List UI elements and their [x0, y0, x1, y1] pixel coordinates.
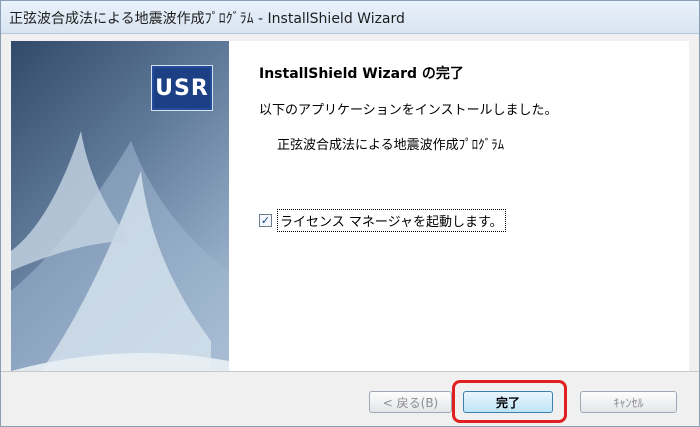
cancel-button[interactable]: ｷｬﾝｾﾙ: [580, 391, 677, 413]
back-button[interactable]: < 戻る(B): [369, 391, 452, 413]
launch-license-manager-option[interactable]: ✓ ライセンス マネージャを起動します。: [259, 209, 506, 232]
finish-button[interactable]: 完了: [463, 391, 553, 413]
window-title: 正弦波合成法による地震波作成ﾌﾟﾛｸﾞﾗﾑ - InstallShield Wi…: [9, 11, 405, 27]
usr-logo: USR: [151, 65, 213, 111]
logo-text: USR: [155, 75, 209, 101]
installed-app-name: 正弦波合成法による地震波作成ﾌﾟﾛｸﾞﾗﾑ: [277, 138, 505, 153]
launch-license-manager-label[interactable]: ライセンス マネージャを起動します。: [277, 209, 506, 232]
title-bar[interactable]: 正弦波合成法による地震波作成ﾌﾟﾛｸﾞﾗﾑ - InstallShield Wi…: [1, 1, 699, 34]
installer-window: 正弦波合成法による地震波作成ﾌﾟﾛｸﾞﾗﾑ - InstallShield Wi…: [0, 0, 700, 427]
wizard-content: InstallShield Wizard の完了 以下のアプリケーションをインス…: [229, 41, 689, 371]
installed-message: 以下のアプリケーションをインストールしました。: [259, 103, 558, 118]
wizard-footer: < 戻る(B) 完了 ｷｬﾝｾﾙ: [1, 372, 699, 426]
completion-heading: InstallShield Wizard の完了: [259, 66, 464, 82]
launch-license-manager-checkbox[interactable]: ✓: [259, 214, 272, 227]
checkmark-icon: ✓: [260, 214, 271, 227]
wizard-side-image: USR: [11, 41, 229, 371]
